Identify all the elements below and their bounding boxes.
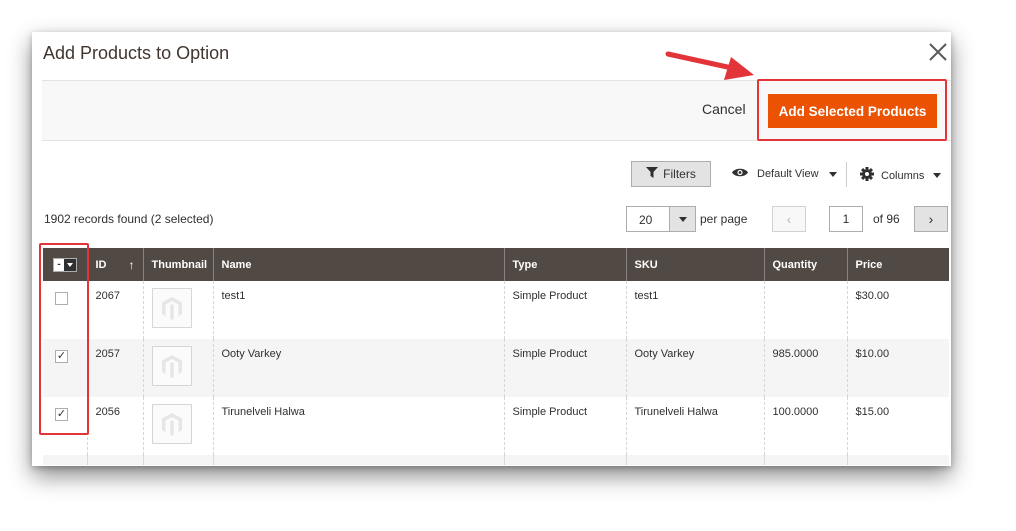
row-price: $15.00 xyxy=(846,397,949,455)
columns-label: Columns xyxy=(881,169,925,182)
eye-icon xyxy=(731,167,749,181)
table-row-partial xyxy=(43,455,949,465)
column-header-type[interactable]: Type xyxy=(503,248,626,281)
per-page-value: 20 xyxy=(639,213,653,227)
highlight-box-add-button xyxy=(757,79,947,141)
default-view-dropdown[interactable]: Default View xyxy=(731,167,837,181)
per-page-dropdown-button[interactable] xyxy=(669,207,695,231)
row-id: 2056 xyxy=(86,397,143,455)
chevron-down-icon xyxy=(828,171,837,177)
column-header-sku[interactable]: SKU xyxy=(625,248,764,281)
magento-placeholder-icon xyxy=(151,288,192,328)
column-header-name[interactable]: Name xyxy=(212,248,504,281)
row-type: Simple Product xyxy=(503,281,626,339)
chevron-down-icon xyxy=(933,173,942,178)
row-thumbnail-cell xyxy=(142,339,213,397)
row-thumbnail-cell xyxy=(142,397,213,455)
view-label: Default View xyxy=(757,168,819,180)
row-sku: test1 xyxy=(625,281,764,339)
toolbar-divider xyxy=(846,162,847,187)
annotation-arrow-icon xyxy=(665,51,754,80)
sort-ascending-icon: ↑ xyxy=(128,258,135,272)
table-row[interactable]: 2067 test1 Simple Product test1 $30.00 xyxy=(43,281,949,339)
column-header-thumbnail: Thumbnail xyxy=(142,248,213,281)
row-name: Ooty Varkey xyxy=(212,339,504,397)
row-quantity: 100.0000 xyxy=(763,397,847,455)
row-name: test1 xyxy=(212,281,504,339)
highlight-box-checkboxes xyxy=(39,243,89,435)
row-price: $10.00 xyxy=(846,339,949,397)
row-sku: Tirunelveli Halwa xyxy=(625,397,764,455)
row-type: Simple Product xyxy=(503,397,626,455)
row-quantity xyxy=(763,281,847,339)
table-row[interactable]: ✓ 2057 Ooty Varkey Simple Product Ooty V… xyxy=(43,339,949,397)
chevron-down-icon xyxy=(678,216,687,222)
filters-button[interactable]: Filters xyxy=(631,161,711,187)
columns-dropdown[interactable]: Columns xyxy=(860,167,942,184)
per-page-select[interactable]: 20 xyxy=(626,206,696,232)
gear-icon xyxy=(860,167,874,184)
row-quantity: 985.0000 xyxy=(763,339,847,397)
column-header-price[interactable]: Price xyxy=(846,248,949,281)
row-sku: Ooty Varkey xyxy=(625,339,764,397)
modal-title: Add Products to Option xyxy=(43,43,230,63)
table-row[interactable]: ✓ 2056 Tirunelveli Halwa Simple Product … xyxy=(43,397,949,455)
current-page-input[interactable] xyxy=(829,206,863,232)
close-icon[interactable] xyxy=(927,41,949,63)
magento-placeholder-icon xyxy=(151,346,192,386)
column-header-quantity[interactable]: Quantity xyxy=(763,248,847,281)
row-price: $30.00 xyxy=(846,281,949,339)
cancel-button[interactable]: Cancel xyxy=(702,101,746,117)
records-count: 1902 records found (2 selected) xyxy=(44,212,214,226)
row-name: Tirunelveli Halwa xyxy=(212,397,504,455)
filters-label: Filters xyxy=(663,167,696,181)
magento-placeholder-icon xyxy=(151,404,192,444)
column-header-id[interactable]: ID ↑ xyxy=(86,248,143,281)
funnel-icon xyxy=(646,167,659,181)
row-type: Simple Product xyxy=(503,339,626,397)
per-page-label: per page xyxy=(700,212,748,226)
total-pages-label: of 96 xyxy=(873,212,900,226)
row-id: 2057 xyxy=(86,339,143,397)
row-thumbnail-cell xyxy=(142,281,213,339)
previous-page-button[interactable]: ‹ xyxy=(772,206,806,232)
products-grid: - ID ↑ Thumbnail Name Type SKU Quantity … xyxy=(43,248,949,465)
grid-header-row: - ID ↑ Thumbnail Name Type SKU Quantity … xyxy=(43,248,949,281)
next-page-button[interactable]: › xyxy=(914,206,948,232)
row-id: 2067 xyxy=(86,281,143,339)
